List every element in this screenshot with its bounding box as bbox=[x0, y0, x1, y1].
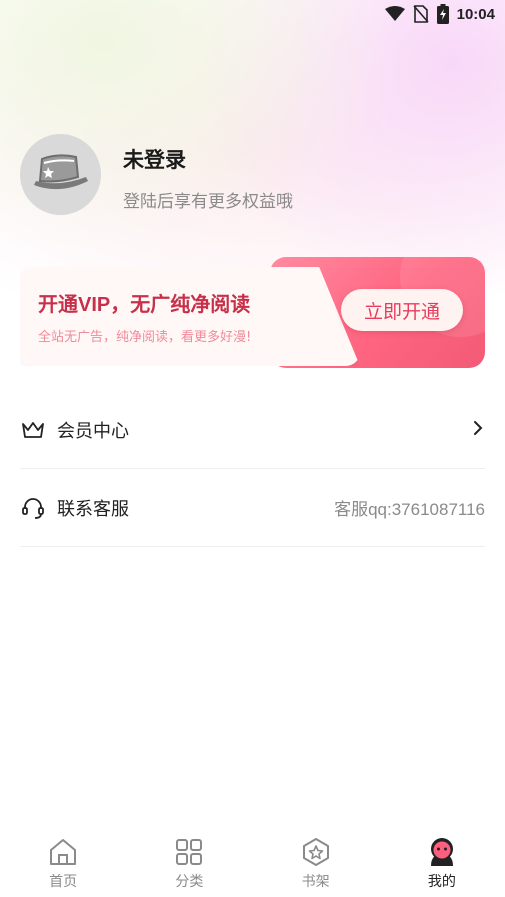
nav-label: 首页 bbox=[49, 874, 78, 890]
nav-category[interactable]: 分类 bbox=[126, 826, 252, 891]
activate-vip-button[interactable]: 立即开通 bbox=[341, 289, 463, 331]
wifi-icon bbox=[384, 6, 405, 22]
nav-label: 我的 bbox=[427, 874, 456, 890]
status-time: 10:04 bbox=[456, 5, 495, 23]
hat-book-icon bbox=[30, 151, 92, 199]
nav-label: 分类 bbox=[175, 874, 204, 890]
login-hint: 登陆后享有更多权益哦 bbox=[123, 192, 293, 212]
battery-charging-icon bbox=[436, 4, 449, 24]
vip-banner[interactable]: 开通VIP，无广纯净阅读 全站无广告，纯净阅读，看更多好漫! 立即开通 bbox=[20, 257, 485, 368]
menu-label: 会员中心 bbox=[57, 420, 129, 442]
chevron-right-icon bbox=[473, 420, 483, 440]
status-bar: 10:04 bbox=[0, 0, 505, 28]
home-icon bbox=[47, 836, 79, 868]
vip-description: 全站无广告，纯净阅读，看更多好漫! bbox=[38, 330, 252, 345]
profile-face-icon bbox=[426, 836, 458, 868]
crown-icon bbox=[20, 417, 46, 443]
grid-icon bbox=[173, 836, 205, 868]
username-label[interactable]: 未登录 bbox=[123, 144, 186, 174]
nav-home[interactable]: 首页 bbox=[0, 826, 126, 891]
avatar[interactable] bbox=[20, 134, 101, 215]
bottom-nav: 首页 分类 书架 我的 bbox=[0, 826, 505, 897]
star-hexagon-icon bbox=[300, 836, 332, 868]
service-qq-text: 客服qq:3761087116 bbox=[334, 500, 485, 519]
nav-bookshelf[interactable]: 书架 bbox=[253, 826, 379, 891]
vip-title: 开通VIP，无广纯净阅读 bbox=[38, 294, 251, 316]
menu-label: 联系客服 bbox=[57, 498, 129, 520]
menu-item-customer-service[interactable]: 联系客服 客服qq:3761087116 bbox=[20, 469, 485, 547]
menu-item-vip-center[interactable]: 会员中心 bbox=[20, 391, 485, 469]
nav-mine[interactable]: 我的 bbox=[379, 826, 505, 891]
nav-label: 书架 bbox=[301, 874, 330, 890]
headset-icon bbox=[20, 495, 46, 521]
no-sim-icon bbox=[413, 5, 429, 23]
